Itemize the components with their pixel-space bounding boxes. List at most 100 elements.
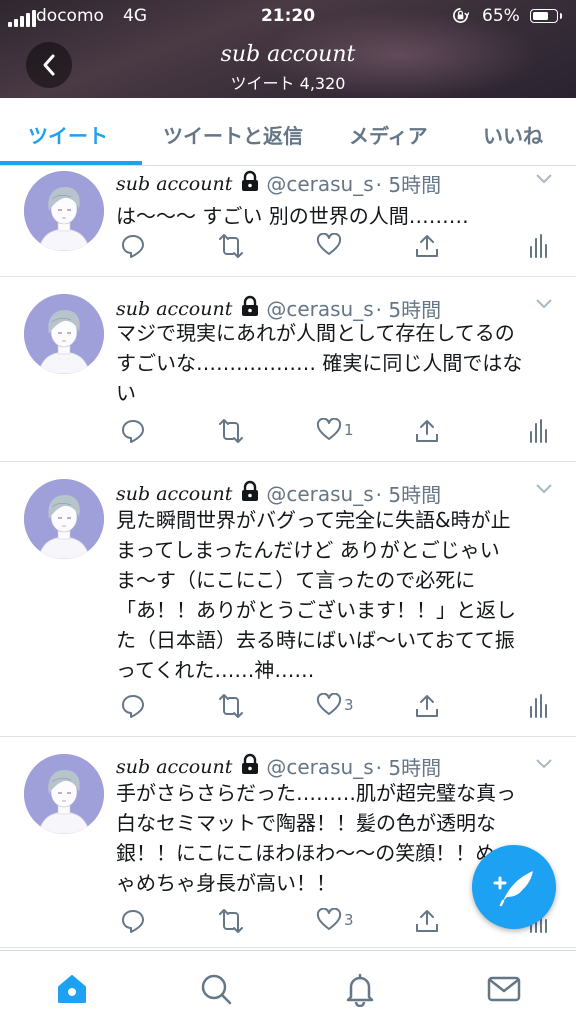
like-button[interactable]: 3 xyxy=(314,908,354,932)
author-handle: @cerasu_s xyxy=(266,754,374,779)
notifications-icon[interactable] xyxy=(342,971,378,1007)
tab-tweets-and-replies[interactable]: ツイートと返信 xyxy=(163,120,303,149)
bottom-navigation xyxy=(0,950,576,1024)
avatar[interactable] xyxy=(24,294,104,374)
tweet-meta: sub account @cerasu_s · 5時間 xyxy=(116,479,441,508)
profile-tabs: ツイート ツイートと返信 メディア いいね xyxy=(0,98,576,166)
like-count: 1 xyxy=(344,421,354,439)
profile-header: docomo 4G 21:20 65% sub account ツイート 4,3… xyxy=(0,0,576,98)
tweet-actions: 3 xyxy=(0,693,576,723)
messages-icon[interactable] xyxy=(486,971,522,1007)
tweet-text-line: ま〜す（にこにこ）て言ったので必死に xyxy=(116,568,476,592)
compose-icon xyxy=(493,871,533,907)
tweet-text-line: い xyxy=(116,381,136,405)
share-icon xyxy=(414,693,440,719)
like-button[interactable] xyxy=(314,233,344,257)
tweet-text: は〜〜〜 すごい 別の世界の人間……… xyxy=(116,201,556,231)
analytics-icon xyxy=(528,233,548,259)
reply-icon xyxy=(120,418,146,444)
avatar[interactable] xyxy=(24,754,104,834)
author-handle: @cerasu_s xyxy=(266,481,374,506)
chevron-down-icon[interactable] xyxy=(535,483,553,495)
orientation-lock-icon xyxy=(453,8,469,23)
analytics-button[interactable] xyxy=(526,233,548,259)
tweet-text-line: 見た瞬間世界がバグって完全に失語&時が止 xyxy=(116,508,511,532)
profile-name-title: sub account xyxy=(220,42,356,67)
tab-media[interactable]: メディア xyxy=(349,120,428,149)
analytics-icon xyxy=(528,693,548,719)
like-count: 3 xyxy=(344,696,354,714)
reply-icon xyxy=(120,693,146,719)
reply-icon xyxy=(120,908,146,934)
tweet-text-line: 白なセミマットで陶器！！髪の色が透明な xyxy=(116,811,496,835)
tweet-time: · 5時間 xyxy=(375,173,442,197)
tweet-text-line: は〜〜〜 すごい 別の世界の人間……… xyxy=(116,204,469,228)
author-name: sub account xyxy=(116,172,233,195)
search-icon[interactable] xyxy=(198,971,234,1007)
home-icon[interactable] xyxy=(54,971,90,1007)
retweet-button[interactable] xyxy=(214,418,246,444)
heart-icon xyxy=(316,233,342,257)
tweet-text-line: まってしまったんだけど ありがとごじゃい xyxy=(116,538,500,562)
share-button[interactable] xyxy=(412,418,440,444)
share-button[interactable] xyxy=(412,693,440,719)
like-button[interactable]: 3 xyxy=(314,693,354,717)
reply-button[interactable] xyxy=(118,908,146,934)
tweet-text-line: マジで現実にあれが人間として存在してるの xyxy=(116,321,515,345)
tweet-meta: sub account @cerasu_s · 5時間 xyxy=(116,752,441,781)
lock-icon xyxy=(240,480,260,507)
author-name: sub account xyxy=(116,297,233,320)
share-icon xyxy=(414,418,440,444)
share-button[interactable] xyxy=(412,233,440,259)
tweet-actions xyxy=(0,233,576,263)
tab-tweets[interactable]: ツイート xyxy=(28,120,108,149)
analytics-icon xyxy=(528,418,548,444)
author-name: sub account xyxy=(116,482,233,505)
battery-icon xyxy=(530,9,562,23)
like-count: 3 xyxy=(344,911,354,929)
chevron-down-icon[interactable] xyxy=(535,758,553,770)
avatar[interactable] xyxy=(24,479,104,559)
tab-likes[interactable]: いいね xyxy=(483,120,543,149)
reply-button[interactable] xyxy=(118,693,146,719)
author-handle: @cerasu_s xyxy=(266,296,374,321)
lock-icon xyxy=(240,753,260,780)
analytics-button[interactable] xyxy=(526,418,548,444)
chevron-down-icon[interactable] xyxy=(535,298,553,310)
author-handle: @cerasu_s xyxy=(266,171,374,196)
tweet-time: · 5時間 xyxy=(375,483,442,507)
tweet-actions: 1 xyxy=(0,418,576,448)
tweet-count: ツイート 4,320 xyxy=(230,74,346,93)
tweet-text-line: 「あ！！ありがとうございます！！」と返し xyxy=(116,598,516,622)
retweet-button[interactable] xyxy=(214,908,246,934)
share-icon xyxy=(414,233,440,259)
chevron-down-icon[interactable] xyxy=(535,173,553,185)
retweet-icon xyxy=(216,233,246,259)
retweet-button[interactable] xyxy=(214,233,246,259)
tweet-text-line: た（日本語）去る時にばいば〜いておてて振 xyxy=(116,628,515,652)
share-icon xyxy=(414,908,440,934)
tweet-text-line: すごいな……………… 確実に同じ人間ではな xyxy=(116,351,523,375)
status-bar: docomo 4G 21:20 65% xyxy=(0,0,576,32)
heart-icon xyxy=(316,693,342,717)
heart-icon xyxy=(316,418,342,442)
tweet[interactable]: sub account @cerasu_s · 5時間 見た瞬間世界がバグって完… xyxy=(0,463,576,737)
tweet-time: · 5時間 xyxy=(375,756,442,780)
reply-button[interactable] xyxy=(118,233,146,259)
compose-tweet-button[interactable] xyxy=(472,845,556,929)
tweet-text-line: 手がさらさらだった………肌が超完璧な真っ xyxy=(116,781,516,805)
tweet-text: 見た瞬間世界がバグって完全に失語&時が止 まってしまったんだけど ありがとごじゃ… xyxy=(116,505,556,685)
reply-icon xyxy=(120,233,146,259)
tweet[interactable]: sub account @cerasu_s · 5時間 は〜〜〜 すごい 別の世… xyxy=(0,167,576,277)
retweet-button[interactable] xyxy=(214,693,246,719)
tweet-meta: sub account @cerasu_s · 5時間 xyxy=(116,169,441,198)
share-button[interactable] xyxy=(412,908,440,934)
tweet[interactable]: sub account @cerasu_s · 5時間 マジで現実にあれが人間と… xyxy=(0,278,576,462)
tweet-text: マジで現実にあれが人間として存在してるの すごいな……………… 確実に同じ人間で… xyxy=(116,318,556,408)
retweet-icon xyxy=(216,908,246,934)
like-button[interactable]: 1 xyxy=(314,418,354,442)
active-tab-indicator xyxy=(0,161,142,165)
reply-button[interactable] xyxy=(118,418,146,444)
retweet-icon xyxy=(216,418,246,444)
analytics-button[interactable] xyxy=(526,693,548,719)
